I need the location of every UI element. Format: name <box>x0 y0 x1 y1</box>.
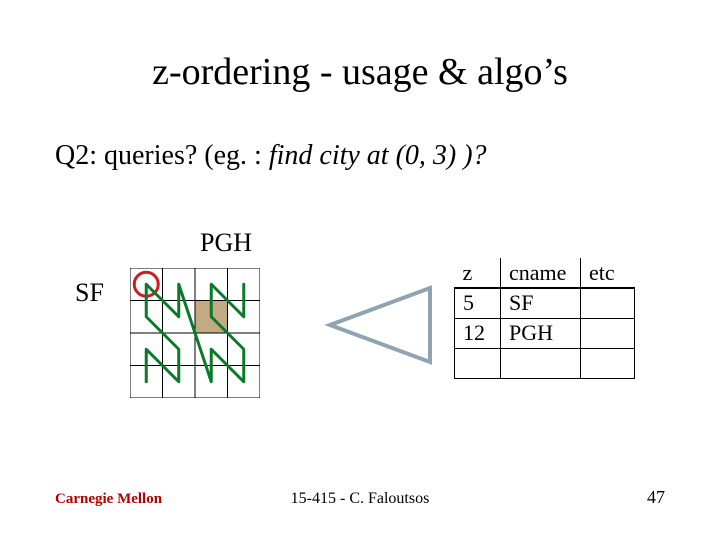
table-row: 12 PGH <box>455 318 635 348</box>
col-etc: etc <box>581 258 635 288</box>
table-row: 5 SF <box>455 288 635 318</box>
z-order-grid <box>130 268 260 398</box>
footer-course: 15-415 - C. Faloutsos <box>0 490 720 508</box>
subtitle-italic: find city at (0, 3) )? <box>269 140 487 171</box>
col-cname: cname <box>501 258 581 288</box>
footer-page-number: 47 <box>647 487 665 508</box>
table-row <box>455 348 635 378</box>
slide-subtitle: Q2: queries? (eg. : find city at (0, 3) … <box>55 140 487 172</box>
zvalue-table: z cname etc 5 SF 12 PGH <box>454 258 635 379</box>
sf-label: SF <box>75 278 104 308</box>
subtitle-plain: Q2: queries? (eg. : <box>55 140 269 171</box>
col-z: z <box>455 258 501 288</box>
slide-title: z-ordering - usage & algo’s <box>0 50 720 94</box>
pgh-label: PGH <box>200 228 252 258</box>
pointer-left-icon <box>320 280 440 380</box>
